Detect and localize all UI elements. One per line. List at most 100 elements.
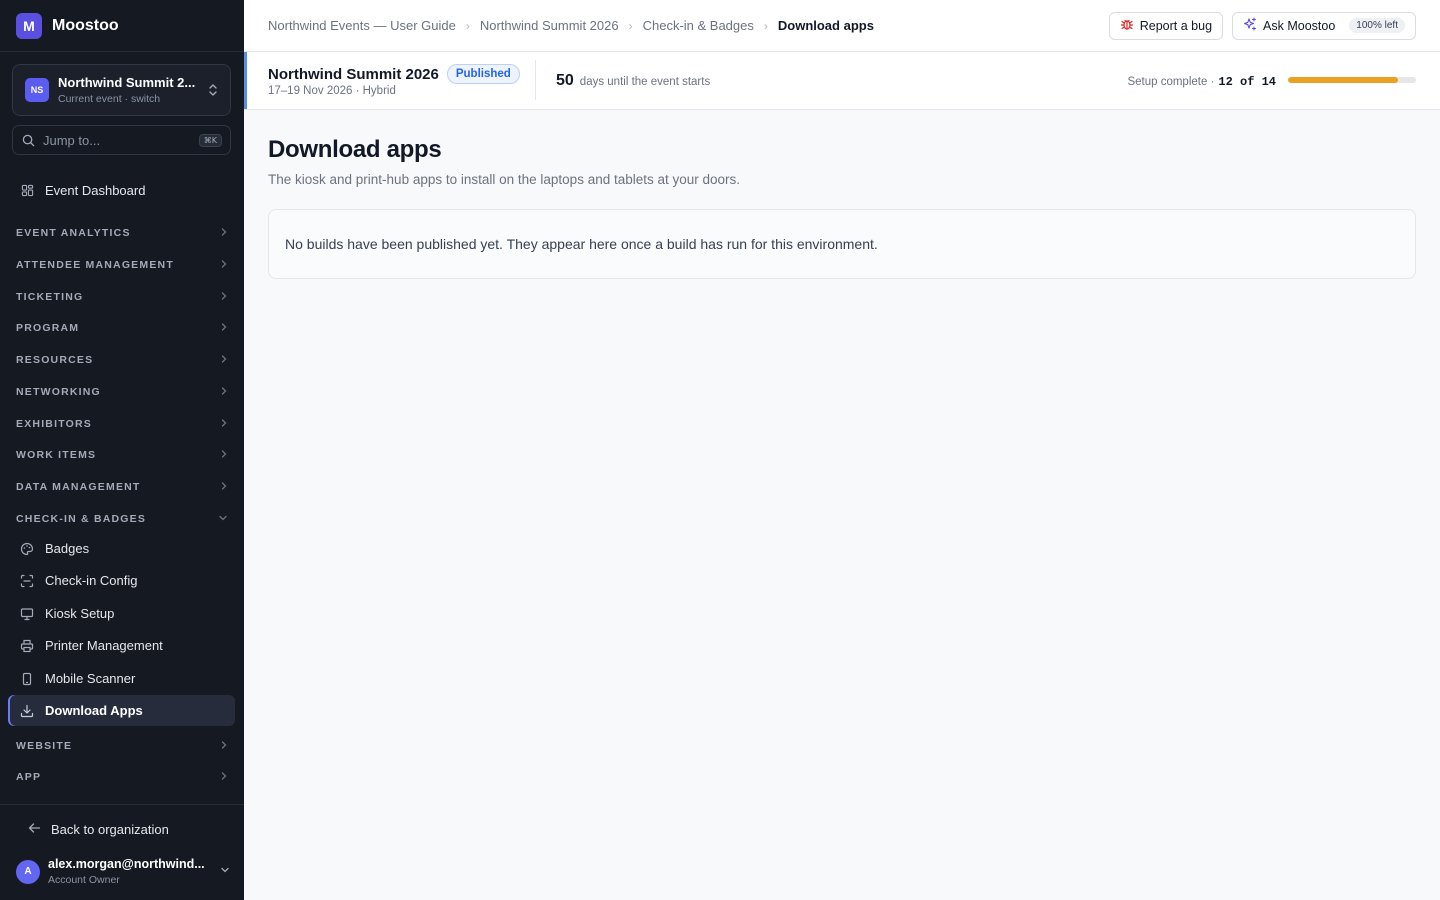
breadcrumb-item[interactable]: Check-in & Badges [643, 18, 754, 33]
countdown-label: days until the event starts [579, 76, 711, 88]
setup-label: Setup complete · [1127, 76, 1215, 88]
section-label: PROGRAM [16, 322, 80, 334]
sidebar-item-badges[interactable]: Badges [8, 533, 235, 564]
countdown-days: 50 [556, 72, 574, 89]
section-program[interactable]: PROGRAM [0, 314, 244, 342]
breadcrumb-item[interactable]: Northwind Summit 2026 [480, 18, 619, 33]
user-email: alex.morgan@northwind... [48, 857, 205, 871]
report-bug-label: Report a bug [1139, 18, 1213, 33]
sidebar-footer: Back to organization A alex.morgan@north… [0, 804, 244, 900]
event-switcher-name: Northwind Summit 2... [58, 75, 196, 90]
chevron-right-icon [220, 259, 228, 272]
event-accent-bar [244, 52, 247, 109]
section-label: RESOURCES [16, 354, 94, 366]
section-app[interactable]: APP [0, 763, 244, 791]
sidebar-item-label: Printer Management [45, 638, 163, 653]
setup-progress-label: Setup complete · 12 of 14 [1127, 75, 1276, 89]
sidebar-item-label: Kiosk Setup [45, 606, 115, 621]
back-to-organization-link[interactable]: Back to organization [28, 821, 169, 837]
main-content: Download apps The kiosk and print-hub ap… [268, 110, 1416, 279]
ask-moostoo-button[interactable]: Ask Moostoo 100% left [1232, 11, 1416, 40]
chevron-right-icon [220, 227, 228, 240]
breadcrumb-item[interactable]: Northwind Events — User Guide [268, 18, 456, 33]
sidebar-item-check-in-config[interactable]: Check-in Config [8, 565, 235, 596]
brand[interactable]: M Moostoo [0, 0, 244, 52]
report-bug-button[interactable]: Report a bug [1108, 11, 1224, 40]
section-check-in-badges[interactable]: CHECK-IN & BADGES [0, 505, 244, 533]
event-name: Northwind Summit 2026 [268, 65, 439, 83]
section-label: TICKETING [16, 291, 84, 303]
chevron-right-icon [220, 322, 228, 335]
ask-quota-badge: 100% left [1349, 18, 1405, 33]
section-event-analytics[interactable]: EVENT ANALYTICS [0, 219, 244, 247]
event-switcher[interactable]: NS Northwind Summit 2... Current event ·… [12, 64, 231, 116]
sidebar-item-label: Badges [45, 541, 90, 556]
sidebar-item-mobile-scanner[interactable]: Mobile Scanner [8, 663, 235, 694]
chevron-down-icon [218, 514, 228, 525]
page-subtitle: The kiosk and print-hub apps to install … [268, 172, 741, 187]
page-title: Download apps [268, 136, 442, 163]
brand-name: Moostoo [52, 16, 119, 34]
avatar: A [16, 859, 40, 884]
section-data-management[interactable]: DATA MANAGEMENT [0, 473, 244, 501]
jump-to-search[interactable]: Jump to... ⌘K [12, 125, 231, 155]
chevron-right-icon [220, 449, 228, 462]
search-icon [21, 133, 35, 147]
smartphone-icon [20, 672, 34, 686]
section-label: WORK ITEMS [16, 449, 97, 461]
sidebar-item-label: Check-in Config [45, 573, 138, 588]
section-label: ATTENDEE MANAGEMENT [16, 259, 174, 271]
chevron-right-icon [220, 386, 228, 399]
scan-icon [20, 574, 34, 588]
section-work-items[interactable]: WORK ITEMS [0, 441, 244, 469]
chevron-up-down-icon [208, 83, 218, 98]
brand-logo: M [16, 12, 42, 39]
sidebar-item-kiosk-setup[interactable]: Kiosk Setup [8, 598, 235, 629]
divider [535, 60, 536, 100]
section-attendee-management[interactable]: ATTENDEE MANAGEMENT [0, 251, 244, 279]
chevron-down-icon [220, 866, 230, 877]
section-resources[interactable]: RESOURCES [0, 346, 244, 374]
setup-progress-fill [1288, 77, 1398, 83]
breadcrumb-current: Download apps [777, 18, 874, 33]
chevron-right-icon: › [763, 18, 768, 33]
section-label: DATA MANAGEMENT [16, 481, 141, 493]
section-label: WEBSITE [16, 740, 73, 752]
jump-to-placeholder: Jump to... [43, 132, 101, 148]
setup-value: 12 of 14 [1218, 75, 1276, 89]
chevron-right-icon [220, 418, 228, 431]
empty-state-message: No builds have been published yet. They … [285, 236, 878, 252]
chevron-right-icon [220, 771, 228, 784]
section-label: EVENT ANALYTICS [16, 227, 131, 239]
section-networking[interactable]: NETWORKING [0, 378, 244, 406]
sidebar-item-download-apps[interactable]: Download Apps [8, 695, 235, 726]
chevron-right-icon: › [465, 18, 470, 33]
sidebar-item-event-dashboard[interactable]: Event Dashboard [8, 175, 235, 206]
user-role: Account Owner [48, 874, 120, 886]
shortcut-badge: ⌘K [198, 133, 222, 147]
section-label: NETWORKING [16, 386, 101, 398]
user-menu[interactable]: A alex.morgan@northwind... Account Owner [16, 857, 230, 886]
chevron-right-icon [220, 740, 228, 753]
monitor-icon [20, 607, 34, 621]
section-ticketing[interactable]: TICKETING [0, 283, 244, 311]
chevron-right-icon: › [628, 18, 633, 33]
section-exhibitors[interactable]: EXHIBITORS [0, 410, 244, 438]
event-switcher-subtitle: Current event · switch [58, 93, 161, 105]
empty-state-card: No builds have been published yet. They … [268, 209, 1416, 279]
event-dates: 17–19 Nov 2026 · Hybrid [268, 85, 396, 97]
event-status-bar: Northwind Summit 2026 Published 17–19 No… [244, 52, 1440, 110]
section-website[interactable]: WEBSITE [0, 732, 244, 760]
ask-moostoo-label: Ask Moostoo [1263, 18, 1336, 33]
topbar: Northwind Events — User Guide › Northwin… [244, 0, 1440, 52]
chevron-right-icon [220, 481, 228, 494]
section-label: EXHIBITORS [16, 418, 92, 430]
sidebar-item-label: Download Apps [45, 703, 143, 718]
sidebar-item-printer-management[interactable]: Printer Management [8, 630, 235, 661]
chevron-right-icon [220, 291, 228, 304]
sparkles-icon [1243, 17, 1257, 34]
arrow-left-icon [28, 821, 41, 837]
palette-icon [20, 542, 34, 556]
breadcrumb: Northwind Events — User Guide › Northwin… [268, 18, 1100, 33]
sidebar: M Moostoo NS Northwind Summit 2... Curre… [0, 0, 244, 900]
